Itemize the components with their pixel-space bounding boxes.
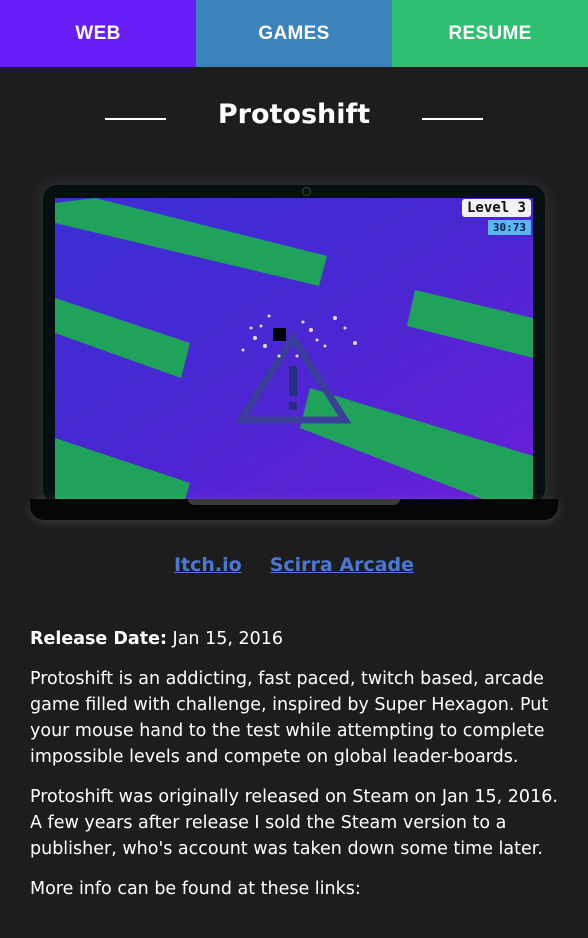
tab-web[interactable]: WEB <box>0 0 196 67</box>
link-itchio[interactable]: Itch.io <box>174 554 242 576</box>
hud-timer: 30:73 <box>487 220 531 235</box>
game-scene <box>55 198 533 500</box>
release-date: Release Date: Jan 15, 2016 <box>30 626 560 652</box>
description-paragraph: Protoshift is an addicting, fast paced, … <box>30 669 549 767</box>
release-date-label: Release Date: <box>30 629 167 649</box>
laptop-lid: Level 3 30:73 <box>43 185 545 503</box>
hud-level: Level 3 <box>461 199 531 217</box>
history-paragraph: Protoshift was originally released on St… <box>30 787 558 859</box>
release-date-value: Jan 15, 2016 <box>172 629 284 649</box>
player-cursor <box>273 328 286 341</box>
tab-resume[interactable]: RESUME <box>392 0 588 67</box>
link-scirra-arcade[interactable]: Scirra Arcade <box>270 554 414 576</box>
title-row: Protoshift <box>0 67 588 167</box>
camera-icon <box>302 187 311 196</box>
warning-dot <box>289 402 297 410</box>
top-nav: WEB GAMES RESUME <box>0 0 588 67</box>
game-screenshot: Level 3 30:73 <box>55 198 533 500</box>
more-info-paragraph: More info can be found at these links: <box>30 879 361 899</box>
laptop-notch <box>188 499 400 505</box>
tab-games[interactable]: GAMES <box>196 0 392 67</box>
game-description: Release Date: Jan 15, 2016 Protoshift is… <box>30 626 560 916</box>
external-links: Itch.io Scirra Arcade <box>0 554 588 576</box>
page-title: Protoshift <box>217 99 371 130</box>
title-divider-right <box>422 118 483 120</box>
laptop-mockup: Level 3 30:73 <box>30 185 558 520</box>
warning-mark <box>289 366 297 396</box>
